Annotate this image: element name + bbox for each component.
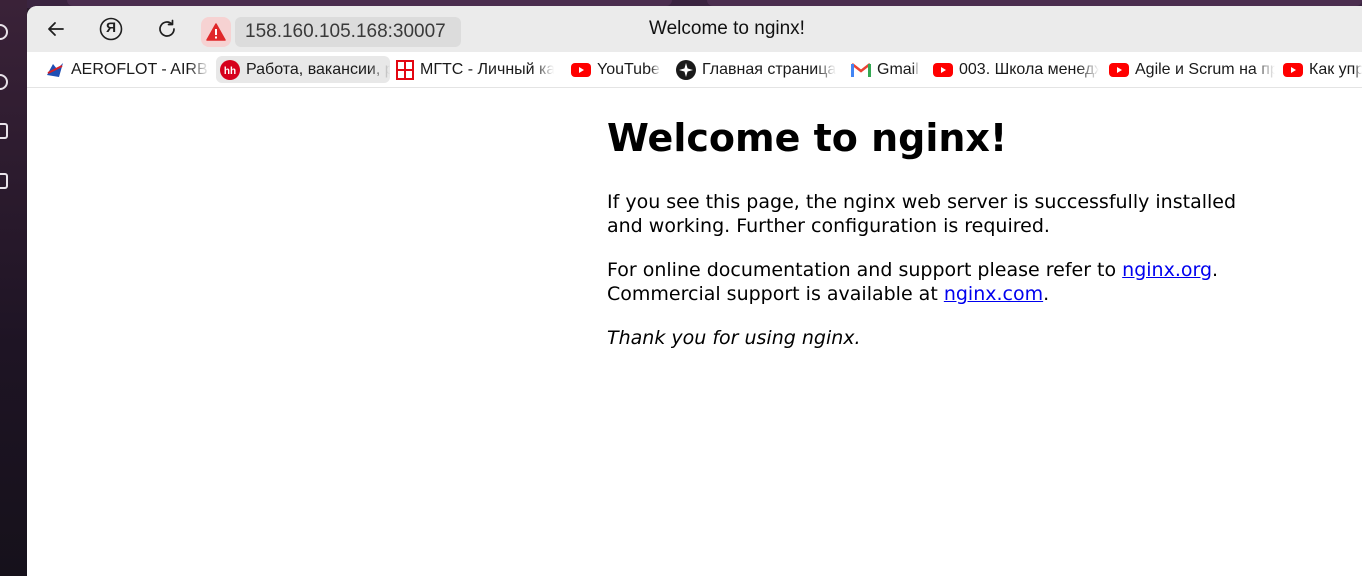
address-bar[interactable]: 158.160.105.168:30007 xyxy=(235,17,461,47)
bookmark-label: Работа, вакансии, резюме xyxy=(246,60,390,78)
sidebar-icon-2[interactable] xyxy=(0,74,8,90)
gmail-icon xyxy=(851,62,871,77)
arrow-left-icon xyxy=(48,22,64,36)
bookmark-label: YouTube xyxy=(597,60,660,78)
youtube-icon xyxy=(571,62,591,77)
sidebar-icon-4[interactable] xyxy=(0,173,8,189)
commercial-text: Commercial support is available at xyxy=(607,283,944,305)
bookmark-aeroflot[interactable]: AEROFLOT - AIRBUS xyxy=(41,56,209,83)
nginx-org-link[interactable]: nginx.org xyxy=(1122,259,1212,281)
bookmark-main-page[interactable]: Главная страница xyxy=(672,56,837,83)
svg-text:hh: hh xyxy=(224,66,236,77)
bookmark-label: AEROFLOT - AIRBUS xyxy=(71,60,209,78)
reload-button[interactable] xyxy=(155,17,179,41)
bookmark-label: Как управлять xyxy=(1309,60,1362,78)
thanks-text: Thank you for using nginx. xyxy=(607,327,861,349)
sidebar-icon-1[interactable] xyxy=(0,24,8,40)
bookmark-hh[interactable]: hh Работа, вакансии, резюме xyxy=(216,56,390,83)
bookmark-label: 003. Школа менеджера xyxy=(959,60,1099,78)
bookmark-label: Agile и Scrum на практике xyxy=(1135,60,1275,78)
warning-triangle-icon xyxy=(206,23,226,41)
bookmark-gmail[interactable]: Gmail xyxy=(847,56,929,83)
docs-text: For online documentation and support ple… xyxy=(607,259,1123,281)
bookmark-label: МГТС - Личный кабинет xyxy=(420,60,554,78)
page-title: Welcome to nginx! xyxy=(649,18,805,39)
intro-paragraph: If you see this page, the nginx web serv… xyxy=(607,191,1237,237)
side-panel xyxy=(0,0,27,576)
commercial-period: . xyxy=(1043,283,1050,305)
security-warning-button[interactable] xyxy=(201,17,231,47)
bookmark-agile-scrum[interactable]: Agile и Scrum на практике xyxy=(1105,56,1275,83)
youtube-icon xyxy=(933,62,953,77)
sidebar-icon-3[interactable] xyxy=(0,123,8,139)
bookmark-label: Главная страница xyxy=(702,60,837,78)
bookmark-youtube[interactable]: YouTube xyxy=(567,56,667,83)
bookmark-label: Gmail xyxy=(877,60,919,78)
docs-period: . xyxy=(1212,259,1219,281)
address-text: 158.160.105.168:30007 xyxy=(245,21,446,42)
browser-toolbar: Я 158.160.105.168:30007 Welcome to nginx… xyxy=(27,6,1362,52)
welcome-heading: Welcome to nginx! xyxy=(607,116,1008,160)
mgts-icon xyxy=(396,59,414,80)
youtube-icon xyxy=(1283,62,1303,77)
compass-icon xyxy=(676,59,696,80)
bookmark-how-to-manage[interactable]: Как управлять xyxy=(1279,56,1362,83)
thanks-paragraph: Thank you for using nginx. xyxy=(607,326,1257,350)
bookmark-school-manager[interactable]: 003. Школа менеджера xyxy=(929,56,1099,83)
back-button[interactable] xyxy=(44,17,68,41)
hh-icon: hh xyxy=(220,59,240,80)
docs-paragraph: For online documentation and support ple… xyxy=(607,258,1257,306)
yandex-letter: Я xyxy=(105,19,117,35)
bookmark-mgts[interactable]: МГТС - Личный кабинет xyxy=(392,56,554,83)
reload-icon xyxy=(159,19,175,37)
yandex-button[interactable]: Я xyxy=(99,17,123,41)
youtube-icon xyxy=(1109,62,1129,77)
aeroflot-icon xyxy=(45,61,65,79)
browser-window: Я 158.160.105.168:30007 Welcome to nginx… xyxy=(27,6,1362,576)
nginx-com-link[interactable]: nginx.com xyxy=(944,283,1043,305)
bookmarks-bar: AEROFLOT - AIRBUS hh Работа, вакансии, р… xyxy=(27,52,1362,88)
